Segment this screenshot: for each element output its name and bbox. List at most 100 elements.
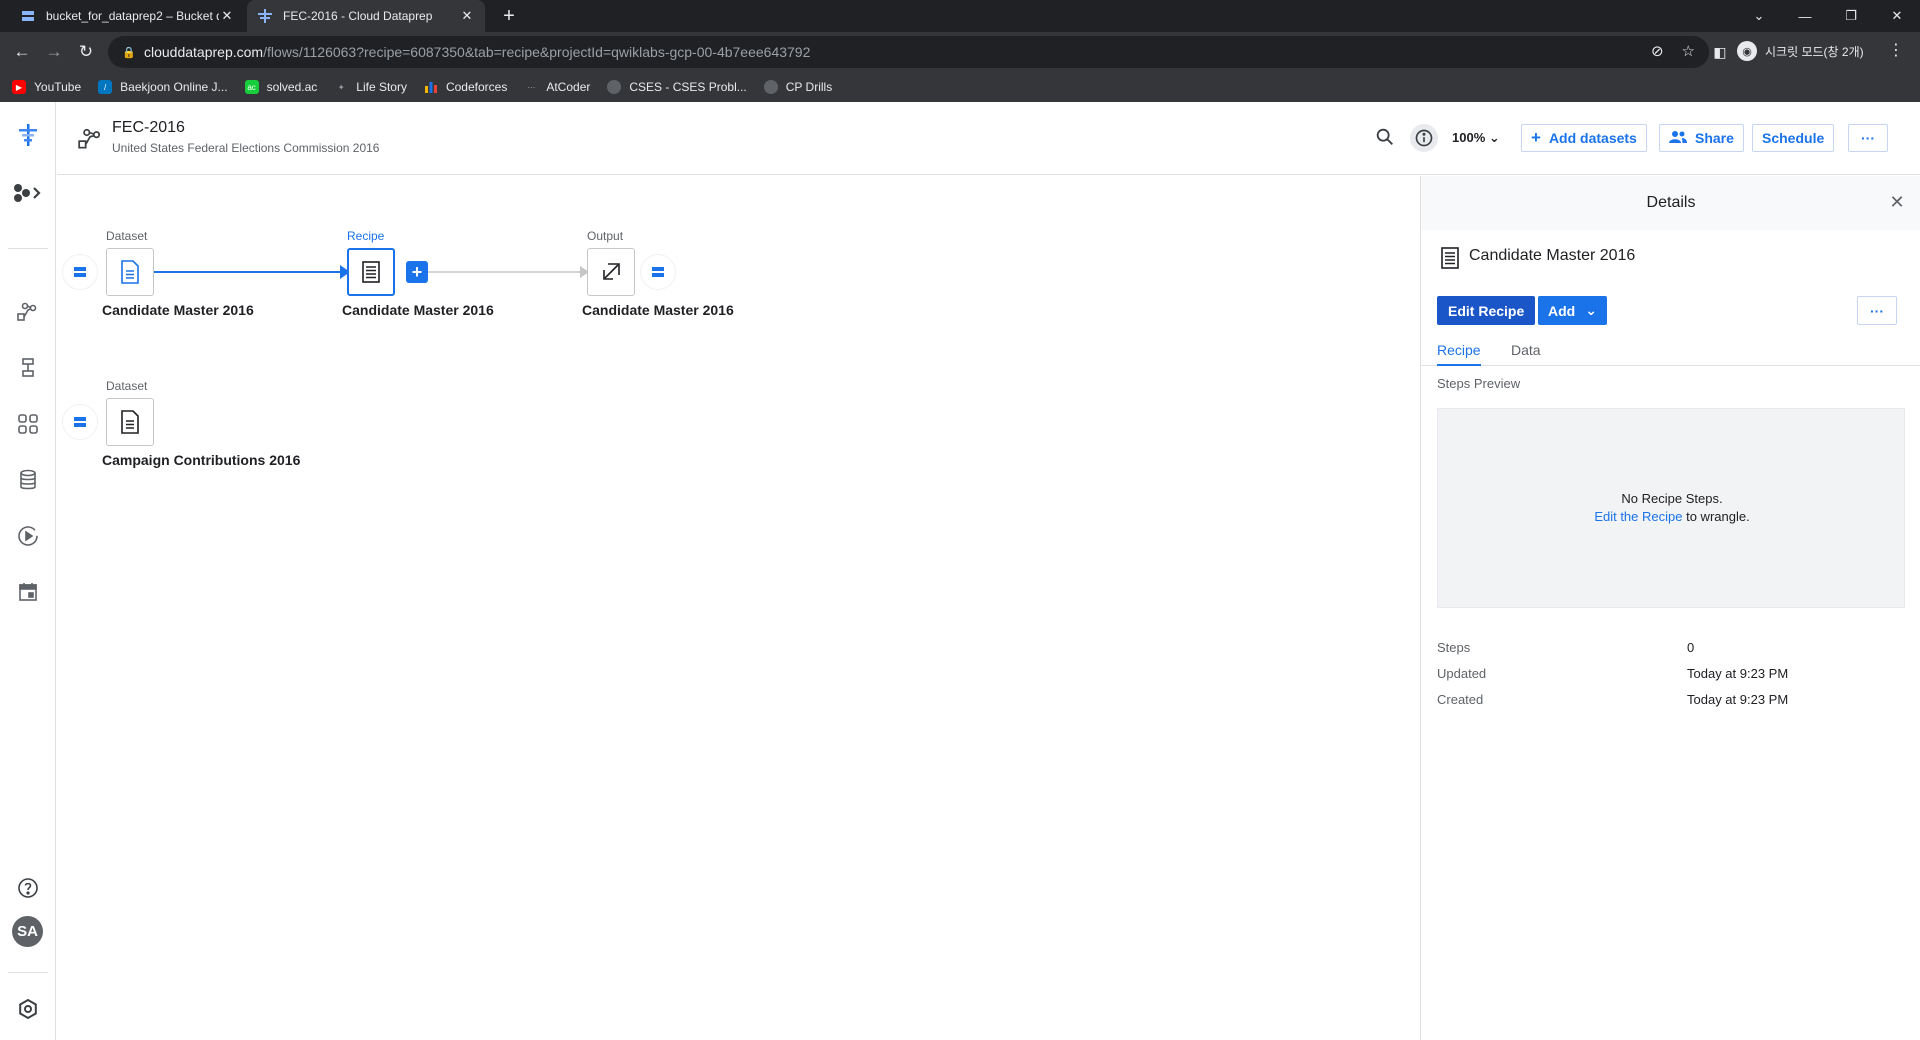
bookmark-youtube[interactable]: ▶ YouTube [12, 80, 81, 94]
recipe-icon [1439, 246, 1461, 269]
bookmark-cp-drills[interactable]: CP Drills [763, 80, 832, 94]
node-type-dataset: Dataset [106, 229, 148, 243]
flows-icon[interactable] [12, 296, 44, 328]
bookmarks-bar: ▶ YouTube / Baekjoon Online J... ac solved.… [0, 72, 1920, 102]
add-step-button[interactable]: + [406, 261, 428, 283]
bookmark-cses[interactable]: CSES - CSES Probl... [607, 80, 747, 94]
people-icon [1669, 130, 1687, 147]
browser-tab-dataprep[interactable]: FEC-2016 - Cloud Dataprep ✕ [247, 0, 485, 32]
dataprep-logo-icon[interactable] [12, 119, 44, 151]
info-icon[interactable] [1410, 124, 1438, 152]
lock-icon: 🔒 [122, 46, 136, 59]
settings-icon[interactable] [12, 993, 44, 1025]
restore-icon[interactable]: ❐ [1828, 0, 1874, 32]
details-title: Details [1646, 194, 1696, 211]
node-label[interactable]: Candidate Master 2016 [582, 302, 734, 318]
forward-icon[interactable]: → [42, 40, 66, 64]
url-host: clouddataprep.com [144, 44, 264, 60]
no-steps-text: No Recipe Steps. [1621, 491, 1723, 506]
edit-recipe-button[interactable]: Edit Recipe [1437, 296, 1536, 325]
tab-data[interactable]: Data [1511, 342, 1541, 366]
share-button[interactable]: Share [1659, 124, 1744, 152]
bucket-icon [20, 8, 36, 24]
solvedac-icon: ac [244, 80, 259, 94]
details-name: Candidate Master 2016 [1469, 247, 1636, 264]
output-icon [603, 263, 620, 280]
help-icon[interactable] [12, 872, 44, 904]
back-icon[interactable]: ← [10, 40, 34, 64]
url-path: /flows/1126063?recipe=6087350&tab=recipe… [263, 44, 811, 60]
dataset-node[interactable] [106, 248, 154, 296]
database-icon[interactable] [12, 464, 44, 496]
calendar-icon[interactable] [12, 576, 44, 608]
details-tabs: Recipe Data [1421, 336, 1920, 366]
dataset-node[interactable] [106, 398, 154, 446]
browser-menu-icon[interactable]: ⋮ [1888, 40, 1904, 60]
library-icon[interactable] [12, 408, 44, 440]
browser-tab-bar: bucket_for_dataprep2 – Bucket d ✕ FEC-20… [0, 0, 1920, 32]
atcoder-icon: ⋯ [527, 82, 536, 92]
left-navigation: SA [0, 102, 56, 1040]
window-close-icon[interactable]: ✕ [1874, 0, 1920, 32]
plus-icon: + [1531, 128, 1541, 147]
address-bar[interactable]: 🔒 clouddataprep.com/flows/1126063?recipe… [108, 36, 1709, 68]
avatar[interactable]: SA [12, 916, 43, 947]
codeforces-icon [424, 80, 438, 94]
bookmark-codeforces[interactable]: Codeforces [424, 80, 507, 94]
document-icon [121, 260, 139, 284]
bookmark-baekjoon[interactable]: / Baekjoon Online J... [98, 80, 228, 94]
tree-icon: ✦ [337, 82, 345, 92]
reload-icon[interactable]: ↻ [74, 40, 98, 64]
plans-icon[interactable] [12, 352, 44, 384]
node-label[interactable]: Candidate Master 2016 [102, 302, 254, 318]
close-icon[interactable]: ✕ [219, 8, 235, 24]
edit-recipe-link[interactable]: Edit the Recipe [1594, 509, 1682, 524]
side-panel-icon[interactable]: ◧ [1708, 40, 1732, 64]
new-tab-button[interactable]: + [497, 4, 521, 28]
tab-search-icon[interactable]: ⌄ [1736, 0, 1782, 32]
chevron-down-icon: ⌄ [1488, 130, 1500, 145]
browser-tab-bucket[interactable]: bucket_for_dataprep2 – Bucket d ✕ [10, 0, 245, 32]
bookmark-solvedac[interactable]: ac solved.ac [244, 80, 317, 94]
node-label[interactable]: Campaign Contributions 2016 [102, 452, 300, 468]
output-node[interactable] [587, 248, 635, 296]
page-title[interactable]: FEC-2016 [112, 119, 185, 137]
node-type-recipe: Recipe [347, 229, 385, 243]
node-handle[interactable] [63, 255, 97, 289]
node-handle[interactable] [641, 255, 675, 289]
zoom-select[interactable]: 100% ⌄ [1452, 130, 1500, 146]
incognito-indicator[interactable]: ◉ 시크릿 모드(창 2개) [1737, 37, 1864, 65]
eye-off-icon[interactable]: ⊘ [1651, 42, 1664, 60]
flow-description: United States Federal Elections Commissi… [112, 141, 380, 155]
globe-icon [763, 80, 778, 94]
minimize-icon[interactable]: — [1782, 0, 1828, 32]
node-label[interactable]: Candidate Master 2016 [342, 302, 494, 318]
close-icon[interactable]: ✕ [459, 8, 475, 24]
flow-icon [77, 126, 103, 152]
node-type-dataset: Dataset [106, 379, 148, 393]
meta-value-updated: Today at 9:23 PM [1687, 666, 1789, 681]
close-icon[interactable]: ✕ [1887, 192, 1907, 212]
bookmark-life-story[interactable]: ✦ Life Story [334, 80, 407, 94]
schedule-button[interactable]: Schedule [1752, 124, 1835, 152]
trifacta-icon[interactable] [12, 177, 44, 209]
bookmark-atcoder[interactable]: ⋯ AtCoder [524, 80, 590, 94]
node-handle[interactable] [63, 405, 97, 439]
incognito-icon: ◉ [1737, 41, 1757, 61]
dataprep-icon [257, 8, 273, 24]
tab-title: FEC-2016 - Cloud Dataprep [283, 9, 433, 23]
zoom-value: 100% [1452, 130, 1486, 145]
flow-canvas[interactable]: Dataset Candidate Master 2016 Recipe + C… [57, 176, 1419, 1040]
edit-suffix: to wrangle. [1682, 509, 1750, 524]
more-actions-button[interactable]: ··· [1848, 124, 1888, 152]
more-button[interactable]: ··· [1857, 296, 1897, 325]
job-history-icon[interactable] [12, 520, 44, 552]
star-icon[interactable]: ☆ [1682, 42, 1695, 60]
details-panel: Details ✕ Candidate Master 2016 Edit Rec… [1420, 176, 1920, 1040]
add-button[interactable]: Add ⌄ [1538, 296, 1607, 325]
node-type-output: Output [587, 229, 624, 243]
search-icon[interactable] [1374, 126, 1398, 150]
recipe-node[interactable] [347, 248, 395, 296]
tab-recipe[interactable]: Recipe [1437, 342, 1481, 366]
add-datasets-button[interactable]: + Add datasets [1521, 124, 1647, 152]
